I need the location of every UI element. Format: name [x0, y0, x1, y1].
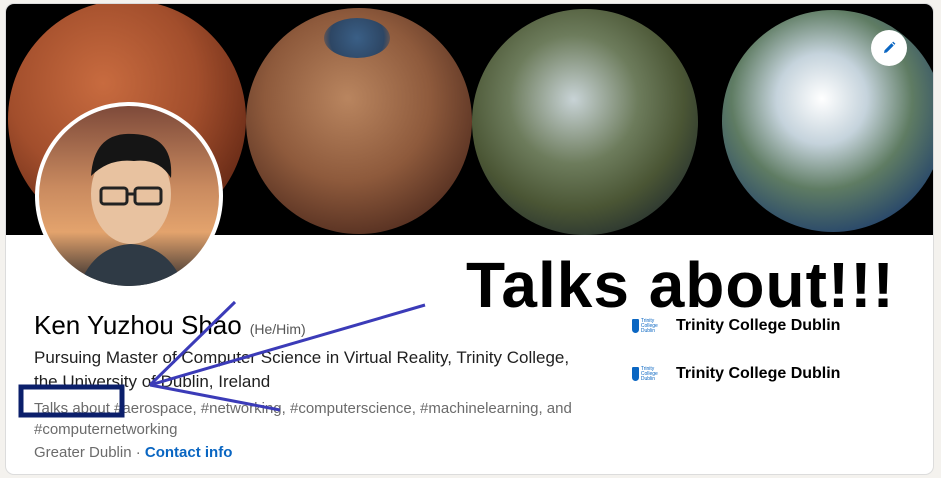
profile-avatar[interactable] [35, 102, 223, 290]
education-name: Trinity College Dublin [676, 365, 841, 382]
profile-location: Greater Dublin [34, 444, 132, 461]
edit-banner-button[interactable] [871, 30, 907, 66]
banner-planet-mars-terraformed [472, 9, 698, 235]
location-separator: · [131, 444, 145, 461]
contact-info-link[interactable]: Contact info [145, 444, 233, 461]
education-item[interactable]: Trinity College Dublin Trinity College D… [632, 365, 840, 383]
tcd-logo-icon: Trinity College Dublin [632, 365, 668, 383]
profile-name: Ken Yuzhou Shao [34, 310, 242, 340]
tcd-logo-text: Trinity College Dublin [640, 365, 658, 382]
profile-headline: Pursuing Master of Computer Science in V… [34, 348, 570, 391]
profile-talks-about: Talks about #aerospace, #networking, #co… [34, 400, 572, 438]
banner-planet-mars-water [246, 8, 472, 234]
pencil-icon [884, 41, 896, 53]
annotation-title: Talks about!!! [466, 249, 895, 321]
avatar-photo [79, 133, 184, 286]
profile-location-row: Greater Dublin · Contact info [34, 444, 232, 461]
profile-pronouns: (He/Him) [249, 321, 306, 337]
profile-card: Ken Yuzhou Shao (He/Him) Pursuing Master… [6, 4, 933, 474]
